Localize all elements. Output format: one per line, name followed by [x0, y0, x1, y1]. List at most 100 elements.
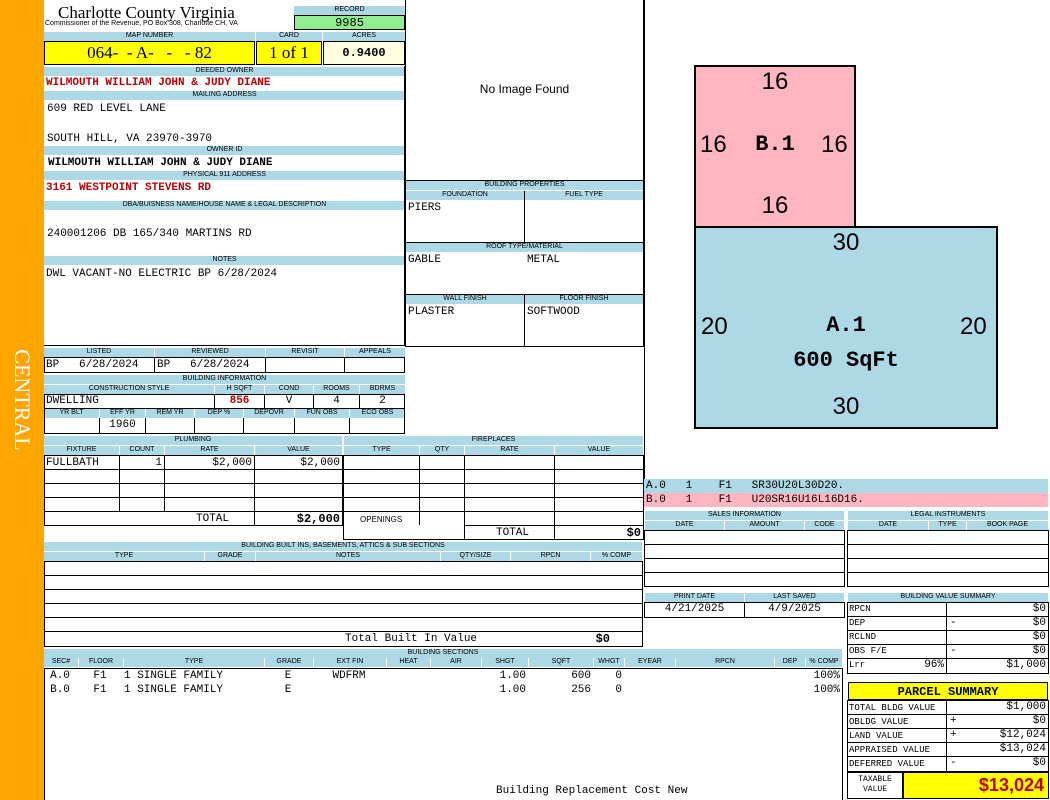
sections-col-shgt: SHGT	[482, 658, 528, 667]
section-row-0-grade: E	[284, 670, 292, 682]
sections-col-rpcn: RPCN	[676, 658, 774, 667]
sections-col-dep: DEP	[775, 658, 805, 667]
ps-land-label: LAND VALUE	[849, 731, 904, 741]
parcel-summary-title: PARCEL SUMMARY	[848, 682, 1048, 700]
vs-lrr-label: Lrr	[849, 660, 866, 670]
sections-col-whgt: WHGT	[594, 658, 624, 667]
section-row-1-grade: E	[284, 684, 292, 696]
section-row-1-sqft: 256	[571, 684, 591, 696]
sections-col-floor: FLOOR	[79, 658, 123, 667]
sales-col-amount: AMOUNT	[725, 521, 804, 530]
vs-rclnd-label: RCLND	[849, 632, 877, 642]
bdrms-label: BDRMS	[360, 385, 405, 394]
sidebar: CENTRAL	[0, 0, 44, 800]
county-subtitle: Commissioner of the Revenue, PO Box 308,…	[45, 20, 238, 27]
vs-lrr-pct: 96%	[924, 659, 944, 671]
a1-area: 600 SqFt	[793, 348, 899, 373]
section-row-0-comp: 100%	[813, 670, 840, 682]
taxable-value: $13,024	[903, 772, 1049, 799]
reviewed-label: REVIEWED	[155, 348, 265, 357]
sales-col-date: DATE	[645, 521, 724, 530]
builtins-col-qty: QTY/SIZE	[441, 552, 510, 561]
rooms-label: ROOMS	[314, 385, 359, 394]
vs-rclnd-value: $0	[1032, 631, 1046, 643]
sections-col-grade: GRADE	[265, 658, 313, 667]
fireplace-col-qty: QTY	[420, 446, 464, 455]
record-value: 9985	[294, 15, 405, 30]
a1-label: A.1	[826, 313, 866, 338]
fireplace-col-value: VALUE	[555, 446, 643, 455]
section-row-0-type: 1 SINGLE FAMILY	[124, 670, 224, 682]
vs-rpcn-value: $0	[1032, 603, 1046, 615]
legal-col-type: TYPE	[929, 521, 966, 530]
plumbing-col-value: VALUE	[255, 446, 342, 455]
vs-dep-value: $0	[1032, 617, 1046, 629]
ps-appraised-label: APPRAISED VALUE	[849, 745, 931, 755]
sketch-legend-a: A.0 1 F1 SR30U20L30D20.	[644, 479, 1048, 493]
a1-right-dim: 20	[960, 313, 987, 340]
taxable-label-2: VALUE	[862, 785, 887, 794]
sections-header-row: SEC# FLOOR TYPE GRADE EXT FIN HEAT AIR SHGT SQFT…	[44, 658, 842, 668]
section-row-0-sec: A.0	[50, 670, 70, 682]
sales-title: SALES INFORMATION	[645, 511, 844, 520]
sections-title: BUILDING SECTIONS	[44, 649, 842, 658]
builtins-col-type: TYPE	[44, 552, 204, 561]
map-number-value: 064- - A- - - 82	[44, 41, 255, 65]
sales-col-code: CODE	[805, 521, 844, 530]
a1-top-dim: 30	[832, 229, 860, 256]
vs-lrr-value: $1,000	[1006, 659, 1046, 671]
plumbing-col-count: COUNT	[120, 446, 164, 455]
map-label: MAP NUMBER	[44, 32, 255, 41]
section-row-0-sqft: 600	[571, 670, 591, 682]
b1-right-dim: 16	[821, 131, 848, 158]
section-row-1-shgt: 1.00	[499, 684, 526, 696]
section-row-1-comp: 100%	[813, 684, 840, 696]
sections-col-air: AIR	[431, 658, 481, 667]
record-label: RECORD	[294, 6, 405, 15]
builtins-col-rpcn: RPCN	[511, 552, 590, 561]
plumbing-title: PLUMBING	[44, 436, 342, 445]
sections-col-comp: % COMP	[806, 658, 842, 667]
sections-col-eyear: EYEAR	[625, 658, 675, 667]
print-date-label: PRINT DATE	[645, 593, 744, 602]
vs-rpcn-label: RPCN	[849, 604, 871, 614]
vs-obs-label: OBS F/E	[849, 646, 887, 656]
value-summary-title: BUILDING VALUE SUMMARY	[848, 593, 1048, 602]
owner-section-frame	[44, 66, 405, 346]
acres-value: 0.9400	[323, 41, 405, 65]
builtins-title: BUILDING BUILT INS, BASEMENTS, ATTICS & …	[44, 542, 642, 551]
sections-col-ext: EXT FIN	[314, 658, 386, 667]
section-row-1-sec: B.0	[50, 684, 70, 696]
section-row-1-whgt: 0	[615, 684, 622, 696]
card-label: CARD	[256, 32, 322, 41]
ps-land-value: $12,024	[999, 729, 1046, 741]
b1-bottom-dim: 16	[761, 192, 789, 219]
fireplace-col-rate: RATE	[465, 446, 554, 455]
revisit-label: REVISIT	[266, 348, 344, 357]
vs-obs-value: $0	[1032, 645, 1046, 657]
sections-col-sec: SEC#	[44, 658, 78, 667]
sidebar-label: CENTRAL	[10, 349, 35, 451]
card-value: 1 of 1	[256, 41, 322, 65]
cond-label: COND	[265, 385, 313, 394]
sections-footer: Building Replacement Cost New	[496, 785, 688, 797]
legal-title: LEGAL INSTRUMENTS	[848, 511, 1048, 520]
construction-style-label: CONSTRUCTION STYLE	[44, 385, 214, 394]
fireplaces-title: FIREPLACES	[344, 436, 643, 445]
sketch-legend-b: B.0 1 F1 U20SR16U16L16D16.	[644, 493, 1048, 507]
builtins-col-notes: NOTES	[256, 552, 440, 561]
plumbing-col-rate: RATE	[165, 446, 254, 455]
ps-deferred-value: $0	[1032, 757, 1046, 769]
ps-deferred-label: DEFERRED VALUE	[849, 759, 925, 769]
listed-label: LISTED	[44, 348, 154, 357]
ps-total-bldg-value: $1,000	[1006, 701, 1046, 713]
fireplace-col-type: TYPE	[344, 446, 419, 455]
section-row-0-ext: WDFRM	[332, 670, 366, 682]
section-row-0-whgt: 0	[615, 670, 622, 682]
section-row-0-floor: F1	[93, 670, 107, 682]
ps-total-bldg-label: TOTAL BLDG VALUE	[849, 703, 936, 713]
b1-top-dim: 16	[761, 68, 789, 95]
last-saved-label: LAST SAVED	[745, 593, 844, 602]
no-image-text: No Image Found	[479, 82, 570, 96]
plumbing-col-fixture: FIXTURE	[44, 446, 119, 455]
